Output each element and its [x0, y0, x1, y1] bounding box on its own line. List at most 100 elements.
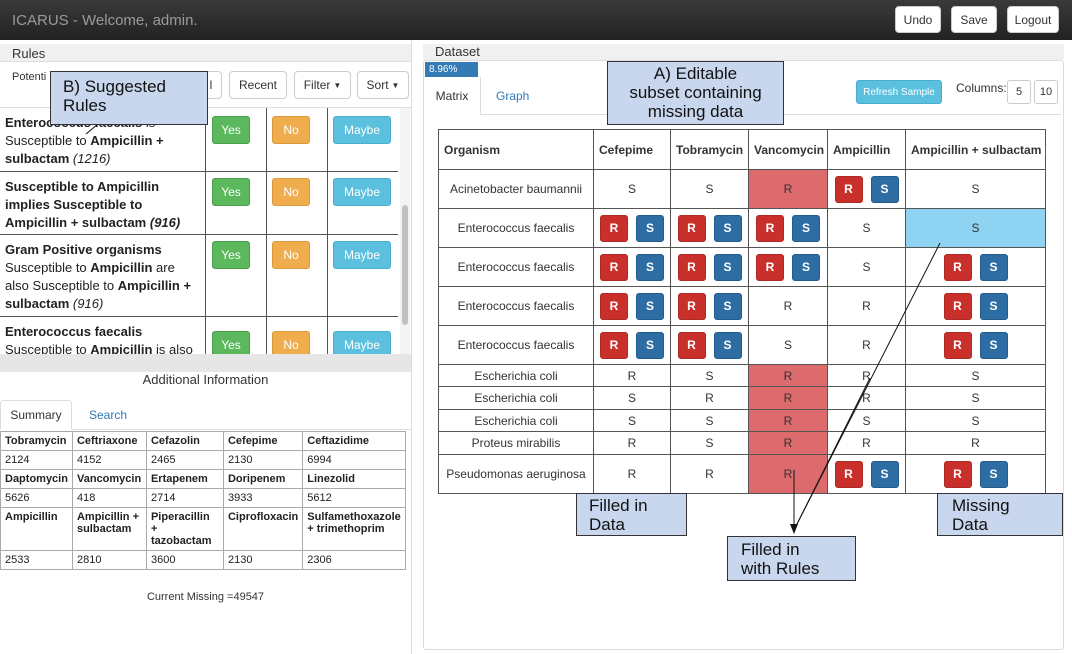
matrix-cell[interactable]: R	[827, 286, 906, 326]
matrix-cell[interactable]: R	[827, 364, 906, 387]
susceptible-button[interactable]: S	[792, 253, 820, 281]
matrix-cell[interactable]: R	[748, 386, 828, 410]
yes-button[interactable]: Yes	[212, 116, 250, 144]
columns-5-button[interactable]: 5	[1007, 80, 1031, 104]
matrix-cell[interactable]: S	[905, 364, 1046, 387]
recent-button[interactable]: Recent	[229, 71, 287, 99]
susceptible-button[interactable]: S	[870, 460, 899, 488]
matrix-cell[interactable]: R	[670, 454, 749, 494]
susceptible-button[interactable]: S	[713, 253, 742, 281]
resistant-button[interactable]: R	[834, 460, 863, 488]
matrix-cell[interactable]: S	[905, 169, 1046, 209]
susceptible-button[interactable]: S	[979, 253, 1008, 281]
matrix-cell[interactable]: S	[905, 409, 1046, 432]
table-row: Daptomycin Vancomycin Ertapenem Doripenem Li…	[0, 469, 406, 489]
matrix-cell[interactable]: R	[748, 409, 828, 432]
susceptible-button[interactable]: S	[713, 214, 742, 242]
resistant-button[interactable]: R	[677, 292, 706, 320]
matrix-cell[interactable]: S	[827, 247, 906, 287]
susceptible-button[interactable]: S	[636, 331, 664, 359]
matrix-cell[interactable]: S	[827, 409, 906, 432]
caret-down-icon: ▼	[333, 80, 342, 90]
resistant-button[interactable]: R	[600, 331, 628, 359]
tab-search[interactable]: Search	[89, 400, 127, 430]
yes-button[interactable]: Yes	[212, 331, 250, 354]
no-button[interactable]: No	[272, 116, 310, 144]
susceptible-button[interactable]: S	[979, 292, 1008, 320]
refresh-sample-button[interactable]: Refresh Sample	[856, 80, 942, 104]
susceptible-button[interactable]: S	[979, 460, 1008, 488]
rules-scrollbar[interactable]	[400, 108, 410, 354]
matrix-cell[interactable]: R	[748, 169, 828, 209]
matrix-cell[interactable]: S	[827, 208, 906, 248]
matrix-cell[interactable]: S	[593, 386, 671, 410]
resistant-button[interactable]: R	[677, 253, 706, 281]
table-row: Escherichia coli R S R R S	[438, 364, 1046, 387]
matrix-cell[interactable]: S	[670, 364, 749, 387]
matrix-cell[interactable]: S	[670, 169, 749, 209]
matrix-cell[interactable]: R	[827, 325, 906, 365]
susceptible-button[interactable]: S	[870, 175, 899, 203]
no-button[interactable]: No	[272, 331, 310, 354]
resistant-button[interactable]: R	[756, 214, 784, 242]
resistant-button[interactable]: R	[943, 460, 972, 488]
matrix-cell[interactable]: S	[593, 169, 671, 209]
table-row: Escherichia coli S S R S S	[438, 409, 1046, 432]
resistant-button[interactable]: R	[600, 292, 628, 320]
sort-dropdown[interactable]: Sort ▼	[357, 71, 409, 99]
save-button[interactable]: Save	[951, 6, 997, 33]
susceptible-button[interactable]: S	[636, 253, 664, 281]
matrix-cell[interactable]: R	[827, 386, 906, 410]
matrix-cell[interactable]: S	[593, 409, 671, 432]
susceptible-button[interactable]: S	[713, 331, 742, 359]
scroll-thumb[interactable]	[402, 205, 408, 325]
resistant-button[interactable]: R	[943, 331, 972, 359]
maybe-button[interactable]: Maybe	[333, 178, 391, 206]
yes-button[interactable]: Yes	[212, 178, 250, 206]
resistant-button[interactable]: R	[600, 214, 628, 242]
maybe-button[interactable]: Maybe	[333, 116, 391, 144]
summary-table: Tobramycin Ceftriaxone Cefazolin Cefepime Ce…	[0, 431, 406, 570]
susceptible-button[interactable]: S	[636, 214, 664, 242]
matrix-cell[interactable]: R	[748, 454, 828, 494]
matrix-cell[interactable]: R	[748, 431, 828, 455]
matrix-cell[interactable]: R	[593, 431, 671, 455]
susceptible-button[interactable]: S	[713, 292, 742, 320]
matrix-cell[interactable]: R	[827, 431, 906, 455]
matrix-cell[interactable]: S	[748, 325, 828, 365]
no-button[interactable]: No	[272, 178, 310, 206]
maybe-button[interactable]: Maybe	[333, 331, 391, 354]
matrix-cell[interactable]: S	[905, 386, 1046, 410]
filter-dropdown[interactable]: Filter ▼	[294, 71, 351, 99]
resistant-button[interactable]: R	[677, 214, 706, 242]
tab-potential[interactable]: Potenti	[12, 71, 46, 83]
resistant-button[interactable]: R	[834, 175, 863, 203]
maybe-button[interactable]: Maybe	[333, 241, 391, 269]
resistant-button[interactable]: R	[677, 331, 706, 359]
tab-graph[interactable]: Graph	[496, 77, 529, 115]
matrix-cell[interactable]: R	[905, 431, 1046, 455]
susceptible-button[interactable]: S	[792, 214, 820, 242]
matrix-cell[interactable]: R	[748, 286, 828, 326]
logout-button[interactable]: Logout	[1007, 6, 1059, 33]
susceptible-button[interactable]: S	[979, 331, 1008, 359]
matrix-cell[interactable]: S	[670, 409, 749, 432]
matrix-cell[interactable]: S	[905, 208, 1046, 248]
resistant-button[interactable]: R	[943, 292, 972, 320]
undo-button[interactable]: Undo	[895, 6, 941, 33]
splitter[interactable]	[0, 354, 411, 372]
columns-10-button[interactable]: 10	[1034, 80, 1058, 104]
matrix-cell[interactable]: R	[670, 386, 749, 410]
matrix-cell[interactable]: S	[670, 431, 749, 455]
tab-matrix[interactable]: Matrix	[424, 77, 481, 115]
matrix-cell[interactable]: R	[748, 364, 828, 387]
resistant-button[interactable]: R	[600, 253, 628, 281]
matrix-cell[interactable]: R	[593, 364, 671, 387]
susceptible-button[interactable]: S	[636, 292, 664, 320]
no-button[interactable]: No	[272, 241, 310, 269]
tab-summary[interactable]: Summary	[0, 400, 72, 430]
resistant-button[interactable]: R	[756, 253, 784, 281]
resistant-button[interactable]: R	[943, 253, 972, 281]
yes-button[interactable]: Yes	[212, 241, 250, 269]
matrix-cell[interactable]: R	[593, 454, 671, 494]
